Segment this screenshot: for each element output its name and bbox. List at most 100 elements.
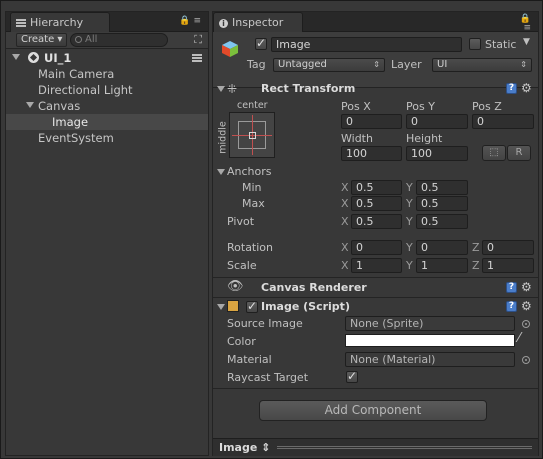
source-image-field[interactable]: None (Sprite): [345, 316, 515, 331]
hierarchy-item-label: Directional Light: [38, 83, 133, 97]
eye-icon: 👁: [227, 279, 244, 294]
width-value: 100: [346, 147, 367, 160]
hierarchy-item[interactable]: EventSystem: [6, 130, 208, 146]
preview-title: Image ⇕: [219, 441, 271, 454]
anchors-fold-arrow-icon[interactable]: [217, 169, 225, 175]
rot-y-field[interactable]: 0: [416, 240, 468, 255]
fold-arrow-icon[interactable]: [217, 86, 225, 92]
object-name-value: Image: [276, 38, 311, 51]
rect-transform-header[interactable]: ⁜ Rect Transform ? ⚙: [213, 80, 538, 98]
min-x-field[interactable]: 0.5: [351, 180, 402, 195]
blueprint-mode-button[interactable]: ⬚: [482, 145, 506, 161]
anchor-preset-center: [249, 132, 256, 139]
width-field[interactable]: 100: [341, 146, 402, 161]
image-script-header[interactable]: Image (Script) ? ⚙: [213, 298, 538, 316]
material-field[interactable]: None (Material): [345, 352, 515, 367]
search-icon: [75, 36, 82, 43]
pos-y-field[interactable]: 0: [406, 114, 468, 129]
pos-z-value: 0: [477, 115, 484, 128]
raw-edit-button[interactable]: R: [507, 145, 531, 161]
scale-z-field[interactable]: 1: [482, 258, 534, 273]
scene-name: UI_1: [44, 51, 72, 65]
scale-y-field[interactable]: 1: [416, 258, 468, 273]
scene-expand-arrow-icon[interactable]: [12, 54, 20, 60]
unity-scene-icon: [28, 52, 39, 63]
hierarchy-item-selected[interactable]: Image: [6, 114, 208, 130]
gear-icon[interactable]: ⚙: [521, 82, 532, 94]
object-picker-icon[interactable]: [522, 320, 530, 328]
gear-icon[interactable]: ⚙: [521, 281, 532, 293]
inspector-tabbar: i Inspector 🔒 ≡: [213, 12, 538, 33]
scale-x-value: 1: [356, 259, 363, 272]
hierarchy-item[interactable]: Directional Light: [6, 82, 208, 98]
max-y-field[interactable]: 0.5: [416, 196, 468, 211]
height-value: 100: [411, 147, 432, 160]
eyedropper-icon[interactable]: ⁄: [518, 331, 520, 346]
max-x-value: 0.5: [356, 197, 374, 210]
filter-icon[interactable]: ⛶: [194, 33, 202, 47]
hierarchy-item[interactable]: Main Camera: [6, 66, 208, 82]
color-label: Color: [227, 335, 256, 348]
create-dropdown[interactable]: Create ▾: [16, 33, 68, 47]
layer-dropdown[interactable]: UI ⇕: [432, 58, 532, 72]
raycast-target-checkbox[interactable]: [346, 369, 358, 383]
anchors-label: Anchors: [227, 165, 272, 178]
canvas-renderer-header[interactable]: 👁 Canvas Renderer ? ⚙: [213, 279, 538, 297]
anchor-preset-button[interactable]: [229, 112, 275, 158]
editor-window: Hierarchy 🔒≡ Create ▾ All ⛶ UI_1 Main Ca…: [0, 0, 543, 459]
static-checkbox[interactable]: [469, 38, 481, 50]
canvas-expand-arrow-icon[interactable]: [26, 102, 34, 108]
material-label: Material: [227, 353, 272, 366]
image-enabled-checkbox[interactable]: [246, 299, 258, 313]
divider: [213, 388, 538, 389]
tag-dropdown[interactable]: Untagged ⇕: [273, 58, 385, 72]
source-image-label: Source Image: [227, 317, 303, 330]
add-component-button[interactable]: Add Component: [259, 400, 487, 421]
hierarchy-item[interactable]: Canvas: [6, 98, 208, 114]
height-field[interactable]: 100: [406, 146, 468, 161]
scale-z-value: 1: [487, 259, 494, 272]
rect-transform-icon: ⁜: [227, 82, 238, 96]
search-field[interactable]: All: [70, 33, 168, 47]
hierarchy-tree: UI_1 Main Camera Directional Light Canva…: [6, 50, 208, 146]
scale-x-field[interactable]: 1: [351, 258, 402, 273]
tab-inspector[interactable]: i Inspector: [213, 12, 303, 33]
rot-x-field[interactable]: 0: [351, 240, 402, 255]
rot-x-value: 0: [356, 241, 363, 254]
static-dropdown-arrow-icon[interactable]: ▼: [523, 37, 530, 47]
create-label: Create: [21, 34, 55, 45]
object-picker-icon[interactable]: [522, 356, 530, 364]
pivot-y-field[interactable]: 0.5: [416, 214, 468, 229]
pivot-x-field[interactable]: 0.5: [351, 214, 402, 229]
min-y-axis-label: Y: [406, 181, 413, 194]
min-y-value: 0.5: [421, 181, 439, 194]
raw-edit-label: R: [515, 147, 523, 158]
pos-x-label: Pos X: [341, 100, 371, 113]
help-icon[interactable]: ?: [506, 301, 517, 312]
canvas-renderer-title: Canvas Renderer: [261, 281, 367, 294]
rot-z-value: 0: [487, 241, 494, 254]
rot-z-field[interactable]: 0: [482, 240, 534, 255]
pos-z-field[interactable]: 0: [472, 114, 534, 129]
lock-menu-icons[interactable]: 🔒≡: [520, 15, 534, 33]
help-icon[interactable]: ?: [506, 83, 517, 94]
active-checkbox[interactable]: [255, 36, 267, 50]
color-field[interactable]: [345, 334, 515, 347]
preview-drag-handle[interactable]: [277, 446, 532, 449]
gear-icon[interactable]: ⚙: [521, 300, 532, 312]
scene-row[interactable]: UI_1: [6, 50, 208, 66]
pos-x-field[interactable]: 0: [341, 114, 402, 129]
min-y-field[interactable]: 0.5: [416, 180, 468, 195]
max-x-field[interactable]: 0.5: [351, 196, 402, 211]
preview-footer[interactable]: Image ⇕: [213, 438, 538, 456]
lock-menu-icons[interactable]: 🔒≡: [179, 16, 204, 26]
object-name-field[interactable]: Image: [271, 37, 462, 52]
max-y-axis-label: Y: [406, 197, 413, 210]
help-icon[interactable]: ?: [506, 282, 517, 293]
scale-z-axis-label: Z: [472, 259, 480, 272]
anchor-h-label: center: [237, 100, 268, 111]
scene-menu-icon[interactable]: [192, 54, 202, 62]
tab-hierarchy[interactable]: Hierarchy: [10, 12, 110, 33]
pivot-y-value: 0.5: [421, 215, 439, 228]
fold-arrow-icon[interactable]: [217, 304, 225, 310]
